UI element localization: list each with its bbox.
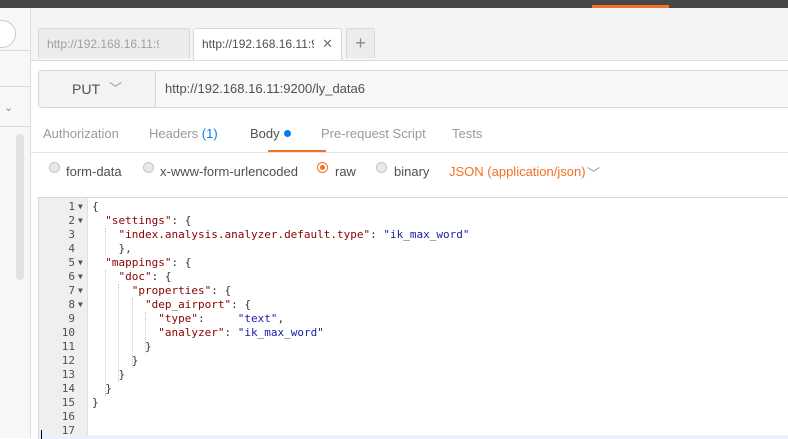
url-input[interactable]: http://192.168.16.11:9200/ly_data6 [165, 71, 365, 107]
line-number: 3 [68, 228, 75, 241]
code-line: } [92, 382, 112, 395]
headers-count-badge: (1) [201, 126, 218, 141]
tab-label: http://192.168.16.11:9200/_ [47, 37, 159, 51]
sidebar-scrollbar[interactable] [16, 134, 24, 280]
sidebar-search-pill[interactable] [0, 20, 16, 48]
line-number: 5 [68, 256, 75, 269]
line-number: 4 [68, 242, 75, 255]
fold-toggle-icon[interactable]: ▼ [78, 214, 83, 228]
sidebar-divider [0, 126, 30, 127]
line-number: 16 [61, 410, 75, 423]
method-label: PUT [72, 81, 100, 97]
line-number: 7 [68, 284, 75, 297]
line-number: 15 [61, 396, 75, 409]
left-sidebar: ⌄ [0, 8, 31, 438]
code-line: } [92, 354, 139, 367]
line-number: 13 [61, 368, 75, 381]
active-line-highlight [39, 435, 788, 439]
code-line: } [92, 396, 99, 409]
fold-toggle-icon[interactable]: ▼ [78, 298, 83, 312]
request-config-tabs: Authorization Headers (1) Body Pre-reque… [31, 118, 788, 153]
fold-toggle-icon[interactable]: ▼ [78, 284, 83, 298]
editor-gutter: 1 ▼ 2 ▼ 3 4 5 ▼ 6 ▼ 7 ▼ 8 ▼ 9 10 11 12 13 14 15 16 17 [39, 198, 88, 439]
radio-raw-label[interactable]: raw [335, 164, 356, 179]
line-number: 8 [68, 298, 75, 311]
line-number: 14 [61, 382, 75, 395]
line-number: 6 [68, 270, 75, 283]
request-tab[interactable]: http://192.168.16.11:9200/_ [38, 28, 190, 58]
code-line: { [92, 200, 99, 213]
line-number: 12 [61, 354, 75, 367]
code-line: "analyzer": "ik_max_word" [158, 326, 324, 339]
tab-headers-label: Headers [149, 126, 199, 141]
radio-urlencoded-label[interactable]: x-www-form-urlencoded [160, 164, 298, 179]
content-type-select[interactable]: JSON (application/json) [449, 164, 586, 179]
fold-toggle-icon[interactable]: ▼ [78, 200, 83, 214]
close-icon[interactable]: ✕ [322, 29, 333, 59]
line-number: 2 [68, 214, 75, 227]
chevron-down-icon[interactable]: ﹀ [587, 163, 600, 182]
request-tab-active[interactable]: http://192.168.16.11:9 ✕ [193, 28, 342, 60]
fold-toggle-icon[interactable]: ▼ [78, 270, 83, 284]
code-line: }, [92, 242, 132, 255]
tab-label: http://192.168.16.11:9 [202, 37, 314, 51]
code-line: "index.analysis.analyzer.default.type": … [118, 228, 470, 241]
fold-toggle-icon[interactable]: ▼ [78, 256, 83, 270]
body-modified-dot [283, 130, 291, 137]
radio-urlencoded[interactable] [143, 162, 154, 173]
tab-tests[interactable]: Tests [452, 126, 482, 141]
request-tab-bar: http://192.168.16.11:9200/_ http://192.1… [31, 8, 788, 61]
code-line: "properties": { [131, 284, 232, 297]
tab-body[interactable]: Body [250, 126, 291, 141]
radio-raw[interactable] [317, 162, 328, 173]
code-line: "mappings": { [105, 256, 192, 269]
window-top-bar [0, 0, 788, 8]
code-line: "dep_airport": { [144, 298, 251, 311]
radio-binary-label[interactable]: binary [394, 164, 429, 179]
tab-body-label: Body [250, 126, 280, 141]
code-line: "doc": { [118, 270, 172, 283]
line-number: 10 [61, 326, 75, 339]
code-line: "type": "text", [158, 312, 285, 325]
tab-authorization[interactable]: Authorization [43, 126, 119, 141]
code-editor[interactable]: 1 ▼ 2 ▼ 3 4 5 ▼ 6 ▼ 7 ▼ 8 ▼ 9 10 11 12 13 14 15 16 17 { "setti… [38, 197, 788, 439]
sidebar-divider [0, 86, 30, 87]
sidebar-divider [0, 50, 30, 51]
new-tab-button[interactable]: + [346, 28, 375, 58]
url-bar: PUT ﹀ http://192.168.16.11:9200/ly_data6 [38, 70, 788, 108]
tab-pre-request-script[interactable]: Pre-request Script [321, 126, 426, 141]
line-number: 11 [61, 340, 75, 353]
line-number: 9 [68, 312, 75, 325]
tab-headers[interactable]: Headers (1) [149, 126, 218, 141]
radio-form-data[interactable] [49, 162, 60, 173]
code-line: } [92, 340, 152, 353]
method-select[interactable]: PUT ﹀ [39, 71, 156, 107]
body-type-selector: form-data x-www-form-urlencoded raw bina… [31, 152, 788, 192]
chevron-down-icon[interactable]: ⌄ [4, 101, 13, 114]
radio-form-data-label[interactable]: form-data [66, 164, 122, 179]
code-line: } [92, 368, 126, 381]
chevron-down-icon: ﹀ [109, 81, 123, 96]
line-number: 1 [68, 200, 75, 213]
radio-binary[interactable] [376, 162, 387, 173]
code-line: "settings": { [105, 214, 192, 227]
